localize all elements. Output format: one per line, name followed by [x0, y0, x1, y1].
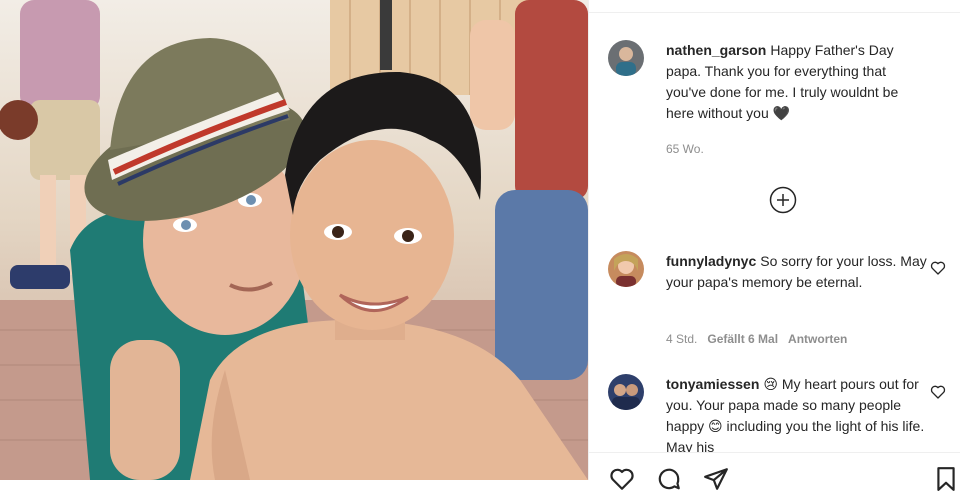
comment-text: including you the light of his life. May…: [666, 418, 925, 452]
sad-emoji: 😢: [763, 376, 778, 392]
comment-meta: 4 Std. Gefällt 6 Mal Antworten: [666, 332, 857, 346]
commenter-avatar[interactable]: [608, 251, 644, 287]
comment-time[interactable]: 4 Std.: [666, 332, 697, 346]
smile-emoji: 😊: [708, 418, 723, 434]
comment-scroll-area[interactable]: tonyamiessen 😢 My heart pours out for you…: [589, 366, 960, 452]
father-and-son-illustration: [0, 0, 588, 480]
reply-button[interactable]: Antworten: [788, 332, 847, 346]
commenter-avatar[interactable]: [608, 374, 644, 410]
divider: [589, 12, 960, 13]
plus-circle-icon[interactable]: [769, 186, 797, 214]
comment-likes[interactable]: Gefällt 6 Mal: [707, 332, 778, 346]
commenter-username[interactable]: funnyladynyc: [666, 253, 756, 269]
comment-icon[interactable]: [656, 466, 682, 492]
share-icon[interactable]: [703, 466, 729, 492]
author-avatar[interactable]: [608, 40, 644, 76]
comment-item: tonyamiessen 😢 My heart pours out for you…: [666, 374, 928, 452]
bookmark-icon[interactable]: [933, 466, 959, 492]
divider: [589, 452, 960, 453]
black-heart-emoji: 🖤: [772, 105, 791, 121]
heart-icon[interactable]: [930, 260, 946, 276]
author-username[interactable]: nathen_garson: [666, 42, 766, 58]
commenter-username[interactable]: tonyamiessen: [666, 376, 759, 392]
heart-icon[interactable]: [609, 466, 635, 492]
post-caption: nathen_garson Happy Father's Day papa. Th…: [666, 40, 928, 124]
comments-panel: nathen_garson Happy Father's Day papa. Th…: [588, 0, 960, 491]
post-photo[interactable]: [0, 0, 588, 480]
comment-item: funnyladynyc So sorry for your loss. May …: [666, 251, 928, 293]
heart-icon[interactable]: [930, 384, 946, 400]
post-time[interactable]: 65 Wo.: [666, 142, 704, 156]
